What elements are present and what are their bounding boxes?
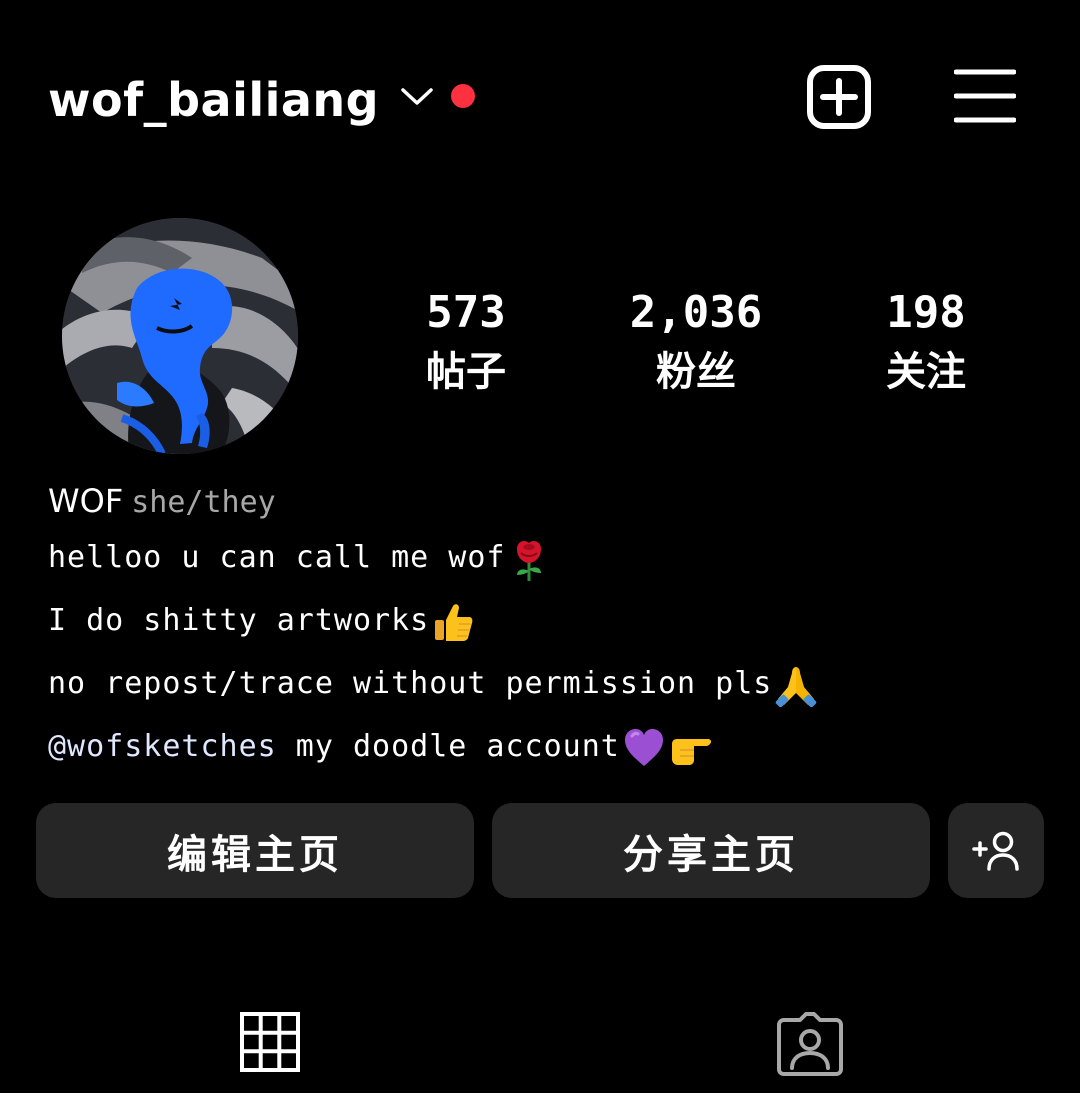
pronouns: she/they: [131, 485, 276, 520]
pointing-right-emoji-icon: [671, 738, 711, 765]
stat-posts[interactable]: 573 帖子: [366, 284, 566, 402]
mention-link[interactable]: @wofsketches: [48, 729, 277, 764]
folded-hands-emoji-icon: [776, 666, 817, 707]
stat-following-count: 198: [886, 287, 966, 338]
rose-emoji-icon: [517, 540, 542, 581]
bio-line-text: I do shitty artworks: [48, 603, 430, 638]
stat-posts-count: 573: [426, 287, 506, 338]
share-profile-button[interactable]: 分享主页: [492, 803, 930, 898]
hamburger-menu-icon[interactable]: [954, 68, 1016, 124]
edit-profile-button[interactable]: 编辑主页: [36, 803, 474, 898]
bio-name-line: WOF she/they: [48, 476, 1048, 526]
stat-following-label: 关注: [886, 349, 966, 395]
bio: WOF she/they helloo u can call me wof I d…: [48, 476, 1048, 778]
notification-dot: [451, 84, 475, 108]
profile-page: wof_bailiang 573 帖子 2,036 粉丝 198 关注 WOF …: [0, 0, 1080, 1093]
purple-heart-emoji-icon: [624, 728, 663, 766]
tagged-person-icon[interactable]: [776, 1012, 844, 1076]
bio-line-text: helloo u can call me wof: [48, 540, 506, 575]
add-post-icon[interactable]: [806, 64, 872, 130]
stat-followers[interactable]: 2,036 粉丝: [596, 284, 796, 402]
stat-followers-count: 2,036: [629, 287, 763, 338]
chevron-down-icon[interactable]: [400, 86, 434, 108]
stat-followers-label: 粉丝: [656, 349, 736, 395]
bio-line-text: my doodle account: [276, 729, 620, 764]
add-person-button[interactable]: [948, 803, 1044, 898]
bio-line: I do shitty artworks: [48, 589, 1048, 652]
avatar[interactable]: [62, 218, 298, 454]
bio-mention-line: @wofsketches my doodle account: [48, 715, 1048, 778]
stat-following[interactable]: 198 关注: [826, 284, 1026, 402]
bio-line: no repost/trace without permission pls: [48, 652, 1048, 715]
add-person-icon: [972, 831, 1019, 871]
stat-posts-label: 帖子: [426, 349, 506, 395]
bio-line-text: no repost/trace without permission pls: [48, 666, 773, 701]
bio-line: helloo u can call me wof: [48, 526, 1048, 589]
display-name: WOF: [48, 482, 124, 520]
avatar-artwork: [62, 218, 298, 454]
username-title[interactable]: wof_bailiang: [48, 70, 379, 130]
thumbs-up-emoji-icon: [435, 603, 473, 641]
grid-icon[interactable]: [240, 1012, 300, 1072]
